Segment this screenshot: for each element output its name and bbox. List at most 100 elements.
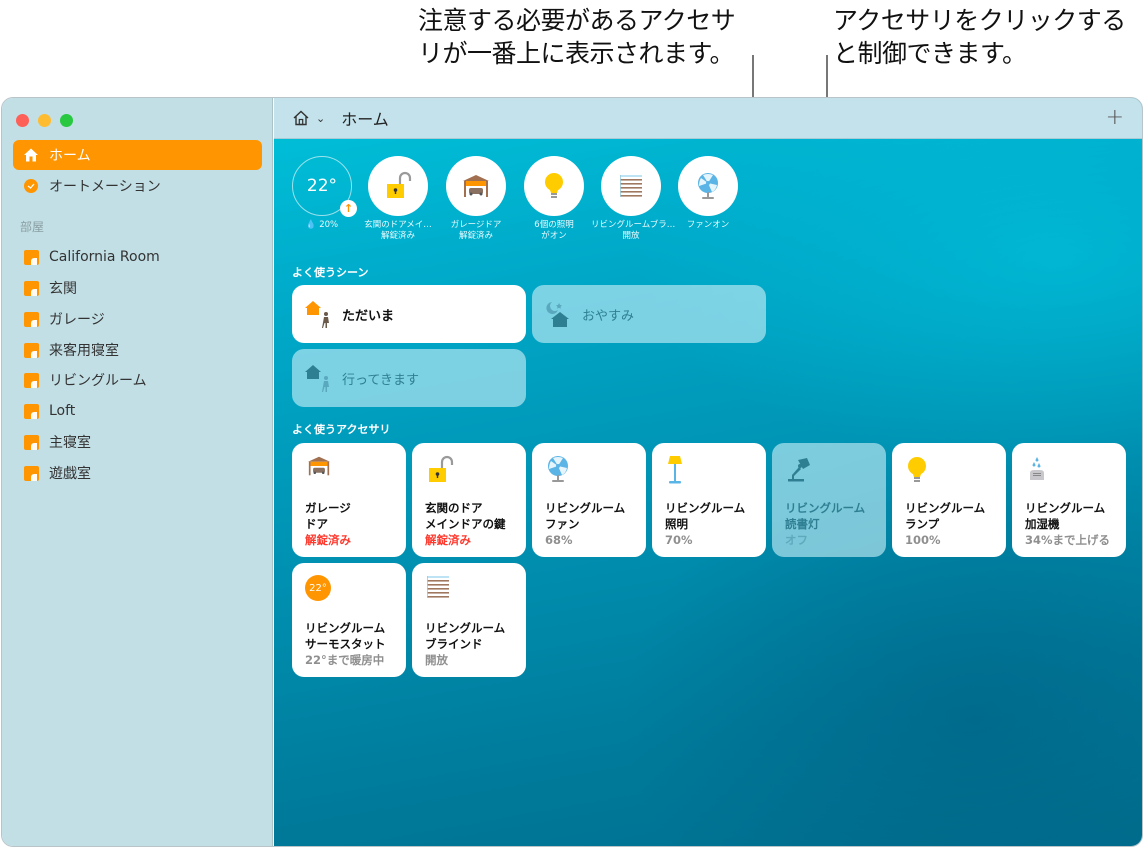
scene-arrive-home[interactable]: ただいま: [292, 285, 526, 343]
accessory-name-2: ドア: [305, 517, 328, 531]
home-app-window: ホーム オートメーション 部屋 California Room 玄関 ガレージ …: [1, 97, 1143, 847]
lock-open-icon: [429, 455, 454, 482]
accessory-name-2: ランプ: [905, 517, 940, 531]
accessory-name: ガレージ: [305, 501, 351, 515]
accessory-name-2: ブラインド: [425, 637, 483, 651]
accessory-tile-garage-door[interactable]: ガレージドア 解錠済み: [292, 443, 406, 557]
scene-leave-home[interactable]: 行ってきます: [292, 349, 526, 407]
accessory-tile-thermostat[interactable]: 22° リビングルーム サーモスタット 22°まで暖房中: [292, 563, 406, 677]
accessory-name-2: メインドアの鍵: [425, 517, 506, 531]
accessory-tile-front-door-lock[interactable]: 玄関のドア メインドアの鍵 解錠済み: [412, 443, 526, 557]
accessory-name: 玄関のドア: [425, 501, 483, 515]
status-item-fan[interactable]: ファンオン: [668, 156, 748, 231]
scenes-section-title: よく使うシーン: [292, 266, 369, 279]
droplet-icon: 💧: [305, 220, 317, 230]
scene-good-night[interactable]: おやすみ: [532, 285, 766, 343]
sidebar-item-label: 主寝室: [49, 435, 91, 451]
lock-open-icon: [387, 171, 412, 198]
room-icon: [23, 465, 39, 481]
accessory-status: オフ: [785, 533, 808, 547]
room-icon: [23, 311, 39, 327]
toolbar: ⌄ ホーム +: [274, 98, 1142, 139]
thermostat-icon: 22°: [305, 575, 331, 601]
callout-attention: 注意する必要があるアクセサリが一番上に表示されます。: [418, 6, 736, 68]
accessory-status: 開放: [425, 653, 448, 667]
accessory-name-2: 読書灯: [785, 517, 820, 531]
temperature-value: 22°: [306, 176, 338, 196]
sidebar-item-room[interactable]: California Room: [13, 242, 262, 272]
sidebar-item-room[interactable]: 来客用寝室: [13, 335, 262, 365]
blinds-icon: [620, 175, 642, 197]
sidebar-item-room[interactable]: 玄関: [13, 273, 262, 303]
status-item-state: がオン: [541, 231, 567, 241]
close-window-button[interactable]: [16, 114, 29, 127]
heating-arrow-icon: ↑: [340, 200, 357, 217]
sidebar-item-room[interactable]: Loft: [13, 396, 262, 426]
accessory-status: 100%: [905, 533, 941, 547]
bulb-icon: [908, 457, 926, 482]
sidebar-item-automation[interactable]: オートメーション: [13, 171, 262, 201]
sidebar-item-room[interactable]: 主寝室: [13, 427, 262, 457]
accessory-tile-humidifier[interactable]: リビングルーム 加湿機 34%まで上げる: [1012, 443, 1126, 557]
floor-lamp-icon: [668, 456, 682, 484]
blinds-icon: [427, 576, 449, 598]
accessory-name-2: 加湿機: [1025, 517, 1060, 531]
status-item-blinds[interactable]: リビングルームブラ… 開放: [591, 156, 676, 242]
clock-icon: [23, 178, 39, 194]
status-item-front-door[interactable]: 玄関のドアメイ… 解錠済み: [358, 156, 438, 242]
rooms-section-label: 部屋: [20, 220, 45, 234]
sidebar-item-room[interactable]: 遊戯室: [13, 458, 262, 488]
accessory-status: 70%: [665, 533, 693, 547]
accessory-name-2: ファン: [545, 517, 580, 531]
main-content: ⌄ ホーム + 22° ↑ 💧 20% 玄関のドアメイ… 解錠済み ガレージドア…: [274, 98, 1142, 846]
accessory-name: リビングルーム: [545, 501, 626, 515]
sidebar-item-room[interactable]: ガレージ: [13, 304, 262, 334]
accessory-tile-living-lamp[interactable]: リビングルーム ランプ 100%: [892, 443, 1006, 557]
good-night-icon: [544, 299, 574, 329]
status-item-lights[interactable]: 6個の照明 がオン: [514, 156, 594, 242]
minimize-window-button[interactable]: [38, 114, 51, 127]
humidity-value: 20%: [319, 220, 339, 230]
chevron-down-icon[interactable]: ⌄: [316, 112, 325, 125]
desk-lamp-icon: [788, 458, 810, 482]
accessory-tile-reading-lamp[interactable]: リビングルーム 読書灯 オフ: [772, 443, 886, 557]
thermostat-badge: 22°: [309, 582, 327, 594]
sidebar-item-label: 玄関: [49, 281, 77, 297]
fan-icon: [548, 456, 568, 482]
sidebar-item-home[interactable]: ホーム: [13, 140, 262, 170]
accessory-tile-living-fan[interactable]: リビングルーム ファン 68%: [532, 443, 646, 557]
status-item-state: 開放: [622, 231, 640, 241]
climate-status[interactable]: 22° ↑ 💧 20%: [282, 156, 362, 231]
accessories-section-title: よく使うアクセサリ: [292, 423, 391, 436]
status-item-state: 解錠済み: [458, 231, 493, 241]
temperature-ring: 22° ↑: [292, 156, 357, 217]
humidifier-icon: [1030, 457, 1044, 480]
home-menu-icon[interactable]: [292, 109, 310, 127]
sidebar-item-label: California Room: [49, 249, 160, 265]
leave-home-icon: [304, 363, 334, 393]
fan-icon: [698, 173, 718, 199]
sidebar-item-label: 来客用寝室: [49, 343, 119, 359]
accessory-name: リビングルーム: [1025, 501, 1106, 515]
accessory-name: リビングルーム: [425, 621, 506, 635]
sidebar-item-label: 遊戯室: [49, 466, 91, 482]
accessory-tile-blinds[interactable]: リビングルーム ブラインド 開放: [412, 563, 526, 677]
garage-icon: [463, 175, 489, 197]
zoom-window-button[interactable]: [60, 114, 73, 127]
add-button[interactable]: +: [1106, 107, 1124, 129]
room-icon: [23, 403, 39, 419]
accessory-status: 解錠済み: [305, 533, 351, 547]
accessory-name: リビングルーム: [785, 501, 866, 515]
accessory-name: リビングルーム: [305, 621, 386, 635]
accessory-name-2: 照明: [665, 517, 688, 531]
sidebar-item-room[interactable]: リビングルーム: [13, 365, 262, 395]
arrive-home-icon: [304, 299, 334, 329]
accessory-status: 22°まで暖房中: [305, 653, 385, 667]
status-item-name: リビングルームブラ…: [591, 220, 676, 230]
accessory-tile-living-light[interactable]: リビングルーム 照明 70%: [652, 443, 766, 557]
status-item-garage[interactable]: ガレージドア 解錠済み: [436, 156, 516, 242]
status-item-state: 解錠済み: [380, 231, 415, 241]
status-item-name: ファンオン: [686, 220, 730, 230]
status-item-name: 玄関のドアメイ…: [364, 220, 432, 230]
accessory-name-2: サーモスタット: [305, 637, 386, 651]
